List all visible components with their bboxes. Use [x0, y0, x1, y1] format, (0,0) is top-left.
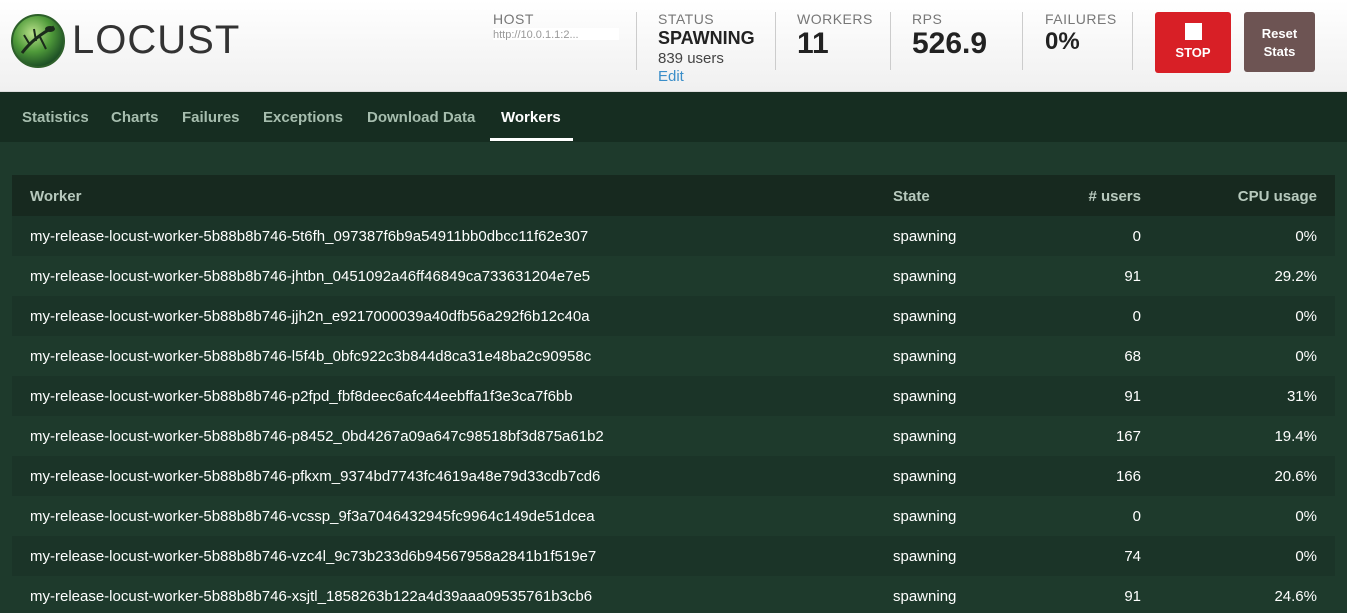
divider [775, 12, 776, 70]
users-cell: 0 [1132, 508, 1141, 525]
failures-label: FAILURES [1045, 11, 1117, 27]
table-row: my-release-locust-worker-5b88b8b746-jhtb… [12, 256, 1335, 296]
app-title: LOCUST [72, 18, 241, 62]
reset-label-line2: Stats [1263, 44, 1296, 59]
state-cell: spawning [893, 428, 957, 445]
status-block: STATUS SPAWNING 839 users Edit [658, 11, 755, 85]
table-row: my-release-locust-worker-5b88b8b746-p845… [12, 416, 1335, 456]
users-cell: 0 [1132, 228, 1141, 245]
cpu-cell: 0% [1295, 308, 1317, 325]
tab-exceptions[interactable]: Exceptions [263, 109, 343, 126]
tab-download-data[interactable]: Download Data [367, 109, 475, 126]
worker-cell: my-release-locust-worker-5b88b8b746-vcss… [30, 508, 595, 525]
cpu-cell: 0% [1295, 548, 1317, 565]
users-cell: 166 [1115, 468, 1141, 485]
tab-workers[interactable]: Workers [501, 109, 561, 126]
column-header-cpu[interactable]: CPU usage [1238, 188, 1317, 205]
users-cell: 74 [1124, 548, 1141, 565]
users-cell: 91 [1124, 588, 1141, 605]
column-header-users[interactable]: # users [1088, 188, 1141, 205]
worker-cell: my-release-locust-worker-5b88b8b746-vzc4… [30, 548, 597, 565]
tab-failures[interactable]: Failures [182, 109, 240, 126]
worker-cell: my-release-locust-worker-5b88b8b746-l5f4… [30, 348, 592, 365]
table-row: my-release-locust-worker-5b88b8b746-p2fp… [12, 376, 1335, 416]
tab-bar: Statistics Charts Failures Exceptions Do… [0, 92, 1347, 142]
status-users: 839 users [658, 50, 724, 67]
table-row: my-release-locust-worker-5b88b8b746-l5f4… [12, 336, 1335, 376]
users-cell: 68 [1124, 348, 1141, 365]
workers-block: WORKERS 11 [797, 11, 873, 61]
state-cell: spawning [893, 388, 957, 405]
workers-table: Worker State # users CPU usage my-releas… [12, 175, 1335, 613]
state-cell: spawning [893, 348, 957, 365]
failures-value: 0% [1045, 28, 1080, 55]
worker-cell: my-release-locust-worker-5b88b8b746-5t6f… [30, 228, 589, 245]
users-cell: 91 [1124, 388, 1141, 405]
stop-button[interactable]: STOP [1155, 12, 1231, 73]
column-header-worker[interactable]: Worker [30, 188, 81, 205]
edit-link[interactable]: Edit [658, 68, 755, 85]
status-value: SPAWNING [658, 28, 755, 48]
host-label: HOST [493, 11, 534, 27]
host-block: HOST [493, 11, 534, 27]
reset-label-line1: Reset [1261, 26, 1298, 41]
users-cell: 0 [1132, 308, 1141, 325]
cpu-cell: 29.2% [1274, 268, 1317, 285]
cpu-cell: 0% [1295, 228, 1317, 245]
worker-cell: my-release-locust-worker-5b88b8b746-p845… [30, 428, 604, 445]
host-value: http://10.0.1.1:2... [493, 28, 619, 40]
cpu-cell: 31% [1286, 388, 1317, 405]
table-row: my-release-locust-worker-5b88b8b746-jjh2… [12, 296, 1335, 336]
rps-block: RPS 526.9 [912, 11, 987, 61]
users-cell: 167 [1115, 428, 1141, 445]
active-tab-indicator [490, 138, 573, 141]
cpu-cell: 19.4% [1274, 428, 1317, 445]
state-cell: spawning [893, 548, 957, 565]
cpu-cell: 20.6% [1274, 468, 1317, 485]
table-row: my-release-locust-worker-5b88b8b746-xsjt… [12, 576, 1335, 613]
table-row: my-release-locust-worker-5b88b8b746-vzc4… [12, 536, 1335, 576]
divider [890, 12, 891, 70]
table-header: Worker State # users CPU usage [12, 175, 1335, 216]
cpu-cell: 0% [1295, 348, 1317, 365]
state-cell: spawning [893, 308, 957, 325]
worker-cell: my-release-locust-worker-5b88b8b746-jjh2… [30, 308, 590, 325]
state-cell: spawning [893, 228, 957, 245]
state-cell: spawning [893, 468, 957, 485]
rps-label: RPS [912, 11, 943, 27]
divider [1132, 12, 1133, 70]
locust-logo-icon [11, 14, 65, 68]
worker-cell: my-release-locust-worker-5b88b8b746-jhtb… [30, 268, 591, 285]
state-cell: spawning [893, 508, 957, 525]
status-label: STATUS [658, 11, 715, 27]
divider [636, 12, 637, 70]
table-row: my-release-locust-worker-5b88b8b746-5t6f… [12, 216, 1335, 256]
state-cell: spawning [893, 268, 957, 285]
header-bar: LOCUST HOST http://10.0.1.1:2... STATUS … [0, 0, 1347, 92]
failures-block: FAILURES 0% [1045, 11, 1117, 57]
workers-label: WORKERS [797, 11, 873, 27]
worker-cell: my-release-locust-worker-5b88b8b746-p2fp… [30, 388, 573, 405]
column-header-state[interactable]: State [893, 188, 930, 205]
worker-cell: my-release-locust-worker-5b88b8b746-pfkx… [30, 468, 601, 485]
users-cell: 91 [1124, 268, 1141, 285]
reset-stats-button[interactable]: Reset Stats [1244, 12, 1315, 72]
stop-label: STOP [1175, 45, 1211, 60]
workers-value: 11 [797, 27, 829, 60]
state-cell: spawning [893, 588, 957, 605]
tab-charts[interactable]: Charts [111, 109, 159, 126]
rps-value: 526.9 [912, 27, 988, 60]
cpu-cell: 24.6% [1274, 588, 1317, 605]
table-row: my-release-locust-worker-5b88b8b746-vcss… [12, 496, 1335, 536]
divider [1022, 12, 1023, 70]
stop-icon [1184, 23, 1202, 40]
table-row: my-release-locust-worker-5b88b8b746-pfkx… [12, 456, 1335, 496]
worker-cell: my-release-locust-worker-5b88b8b746-xsjt… [30, 588, 593, 605]
cpu-cell: 0% [1295, 508, 1317, 525]
tab-statistics[interactable]: Statistics [22, 109, 89, 126]
